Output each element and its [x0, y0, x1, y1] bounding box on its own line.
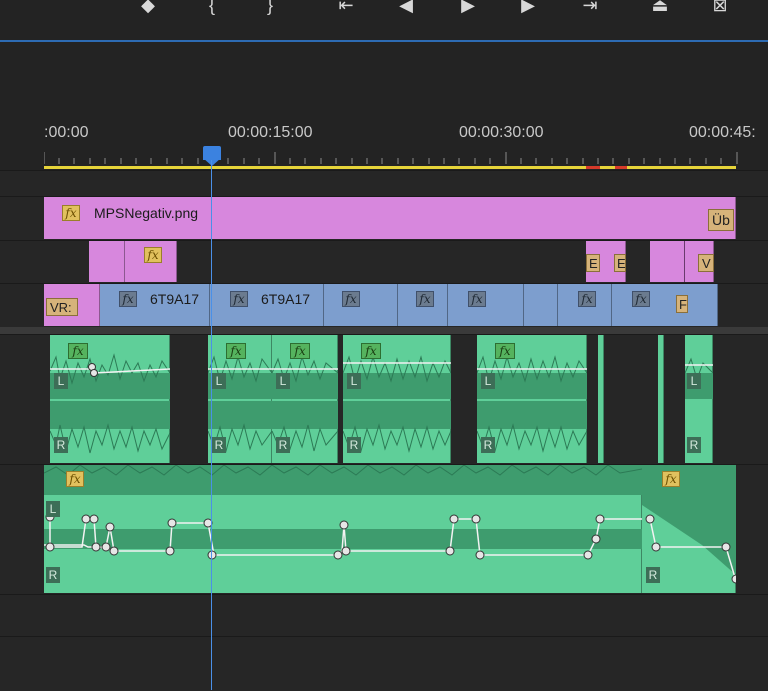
fx-badge[interactable]: fx [62, 205, 80, 221]
fx-badge[interactable]: fx [632, 291, 650, 307]
channel-left-label: L [687, 373, 701, 389]
program-monitor-toolbar: ◆ { } ⇤ ◀ ▶ ▶ ⇥ ⏏ ⊠ [0, 0, 768, 42]
channel-right-label: R [54, 437, 68, 453]
timecode-label: :00:00 [44, 124, 89, 141]
fx-badge[interactable]: fx [662, 471, 680, 487]
video-clip[interactable]: fx F [612, 284, 718, 326]
fx-badge[interactable]: fx [68, 343, 88, 359]
timecode-label: 00:00:30:00 [459, 124, 544, 141]
video-clip[interactable]: fx 6T9A17 [210, 284, 324, 326]
graphics-clip[interactable]: fx MPSNegativ.png Üb [44, 197, 736, 239]
video-clip[interactable]: fx [558, 284, 612, 326]
audio-clip[interactable]: fx L R [343, 335, 451, 463]
clip-edge [684, 241, 685, 282]
fx-badge[interactable]: fx [66, 471, 84, 487]
go-to-out-icon[interactable]: ⇥ [576, 0, 604, 16]
video-clip[interactable]: fx [398, 284, 448, 326]
video-clip[interactable] [524, 284, 558, 326]
transition-badge[interactable]: E [614, 254, 626, 272]
fx-badge[interactable]: fx [290, 343, 310, 359]
playhead-line[interactable] [211, 160, 212, 690]
fx-badge[interactable]: fx [416, 291, 434, 307]
fx-badge[interactable]: fx [361, 343, 381, 359]
audio-clip[interactable]: fx L R [208, 335, 272, 463]
waveform-left [685, 357, 713, 399]
waveform-right [50, 401, 170, 454]
audio-clip[interactable]: fx L R [272, 335, 338, 463]
video-clip[interactable]: fx [448, 284, 524, 326]
channel-right-label: R [276, 437, 290, 453]
mark-in-icon[interactable]: { [198, 0, 226, 16]
video-clip[interactable]: fx [324, 284, 398, 326]
fx-badge[interactable]: fx [495, 343, 515, 359]
track-row [0, 594, 768, 637]
audio-clip[interactable] [658, 335, 664, 463]
playhead-tip [203, 158, 221, 166]
audio-clip[interactable] [598, 335, 604, 463]
clip-name: 6T9A17 [261, 291, 311, 307]
render-bar-red [615, 166, 627, 169]
waveform-left [343, 355, 451, 399]
fx-badge[interactable]: fx [119, 291, 137, 307]
mark-out-icon[interactable]: } [256, 0, 284, 16]
audio-clip[interactable]: fx L R [477, 335, 587, 463]
fx-badge[interactable]: fx [578, 291, 596, 307]
waveform [44, 465, 642, 560]
fx-badge[interactable]: fx [144, 247, 162, 263]
step-back-icon[interactable]: ◀ [392, 0, 420, 16]
channel-left-label: L [347, 373, 361, 389]
graphics-clip[interactable] [89, 241, 125, 282]
lift-icon[interactable]: ⏏ [646, 0, 674, 16]
audio-clip-music[interactable]: fx L R [44, 465, 642, 593]
audio-clip[interactable]: fx L R [50, 335, 170, 463]
render-bar-red [586, 166, 600, 169]
fx-badge[interactable]: fx [342, 291, 360, 307]
channel-left-label: L [276, 373, 290, 389]
fx-badge[interactable]: fx [226, 343, 246, 359]
work-area-bar[interactable] [44, 166, 736, 169]
extract-icon[interactable]: ⊠ [706, 0, 734, 16]
go-to-in-icon[interactable]: ⇤ [332, 0, 360, 16]
audio-clip[interactable]: L R [685, 335, 713, 463]
channel-right-label: R [481, 437, 495, 453]
clip-name: MPSNegativ.png [94, 205, 199, 221]
fx-badge[interactable]: fx [468, 291, 486, 307]
channel-right-label: R [646, 567, 660, 583]
channel-right-label: R [46, 567, 60, 583]
add-marker-icon[interactable]: ◆ [134, 0, 162, 16]
video-audio-divider [0, 327, 768, 334]
fx-badge[interactable]: fx [230, 291, 248, 307]
transition-badge[interactable]: VR: [46, 298, 78, 316]
transition-badge[interactable]: E [586, 254, 600, 272]
clip-name: 6T9A17 [150, 291, 200, 307]
graphics-clip[interactable]: E E [586, 241, 626, 282]
channel-left-label: L [212, 373, 226, 389]
waveform-left [477, 355, 587, 399]
channel-right-label: R [687, 437, 701, 453]
graphics-clip[interactable]: fx [125, 241, 177, 282]
graphics-clip[interactable]: VR: [44, 284, 100, 326]
transition-badge[interactable]: F [676, 295, 688, 313]
track-row [0, 170, 768, 197]
track-row [0, 636, 768, 691]
channel-left-label: L [46, 501, 60, 517]
graphics-clip[interactable]: V [650, 241, 714, 282]
video-clip[interactable]: fx 6T9A17 [100, 284, 210, 326]
channel-left-label: L [481, 373, 495, 389]
channel-left-label: L [54, 373, 68, 389]
transition-badge[interactable]: Üb [708, 209, 734, 231]
timecode-label: 00:00:15:00 [228, 124, 313, 141]
timecode-label: 00:00:45: [689, 124, 756, 141]
audio-clip-music[interactable]: fx R [642, 465, 736, 593]
step-forward-icon[interactable]: ▶ [514, 0, 542, 16]
channel-right-label: R [212, 437, 226, 453]
channel-right-label: R [347, 437, 361, 453]
play-icon[interactable]: ▶ [454, 0, 482, 16]
ruler-ticks [44, 152, 738, 164]
transition-badge[interactable]: V [698, 254, 714, 272]
